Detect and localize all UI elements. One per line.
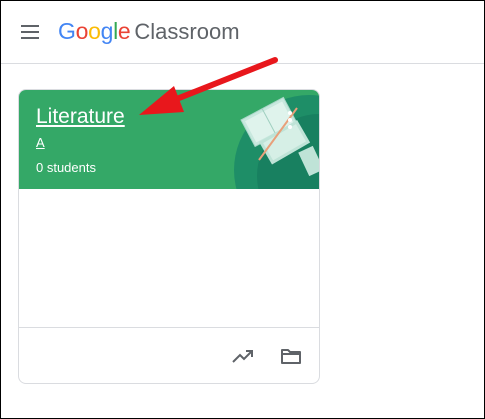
class-section-link[interactable]: A (36, 135, 45, 150)
google-wordmark: Google (58, 18, 131, 45)
product-name: Classroom (134, 19, 240, 44)
top-app-bar: Google Classroom (1, 1, 484, 64)
hamburger-menu-icon-bar (21, 31, 39, 33)
class-drive-folder-button[interactable] (280, 346, 302, 366)
class-card-header: Literature A 0 students (19, 90, 319, 189)
more-vert-icon (288, 111, 292, 115)
trending-up-icon (232, 350, 253, 363)
gradebook-button[interactable] (232, 346, 254, 366)
more-vert-icon-dot (288, 125, 292, 129)
logo-letter: o (88, 18, 101, 44)
logo-letter: o (75, 18, 89, 44)
main-menu-button[interactable] (15, 20, 41, 44)
logo-letter: e (117, 18, 131, 44)
student-count: 0 students (36, 160, 96, 175)
folder-icon (281, 349, 301, 364)
logo-letter: G (58, 18, 76, 44)
class-title-link[interactable]: Literature (36, 105, 125, 129)
more-options-button[interactable] (285, 110, 295, 132)
class-theme-illustration (234, 95, 319, 189)
google-classroom-logo[interactable]: Google Classroom (58, 18, 240, 46)
class-card-body (19, 189, 319, 327)
logo-letter: g (100, 18, 114, 44)
hamburger-menu-icon-bar (21, 37, 39, 39)
more-vert-icon-dot (288, 118, 292, 122)
class-card-footer (19, 327, 319, 383)
class-card[interactable]: Literature A 0 students (18, 89, 320, 384)
hamburger-menu-icon (21, 25, 39, 27)
app-window: Google Classroom Literature A 0 students (0, 0, 485, 419)
